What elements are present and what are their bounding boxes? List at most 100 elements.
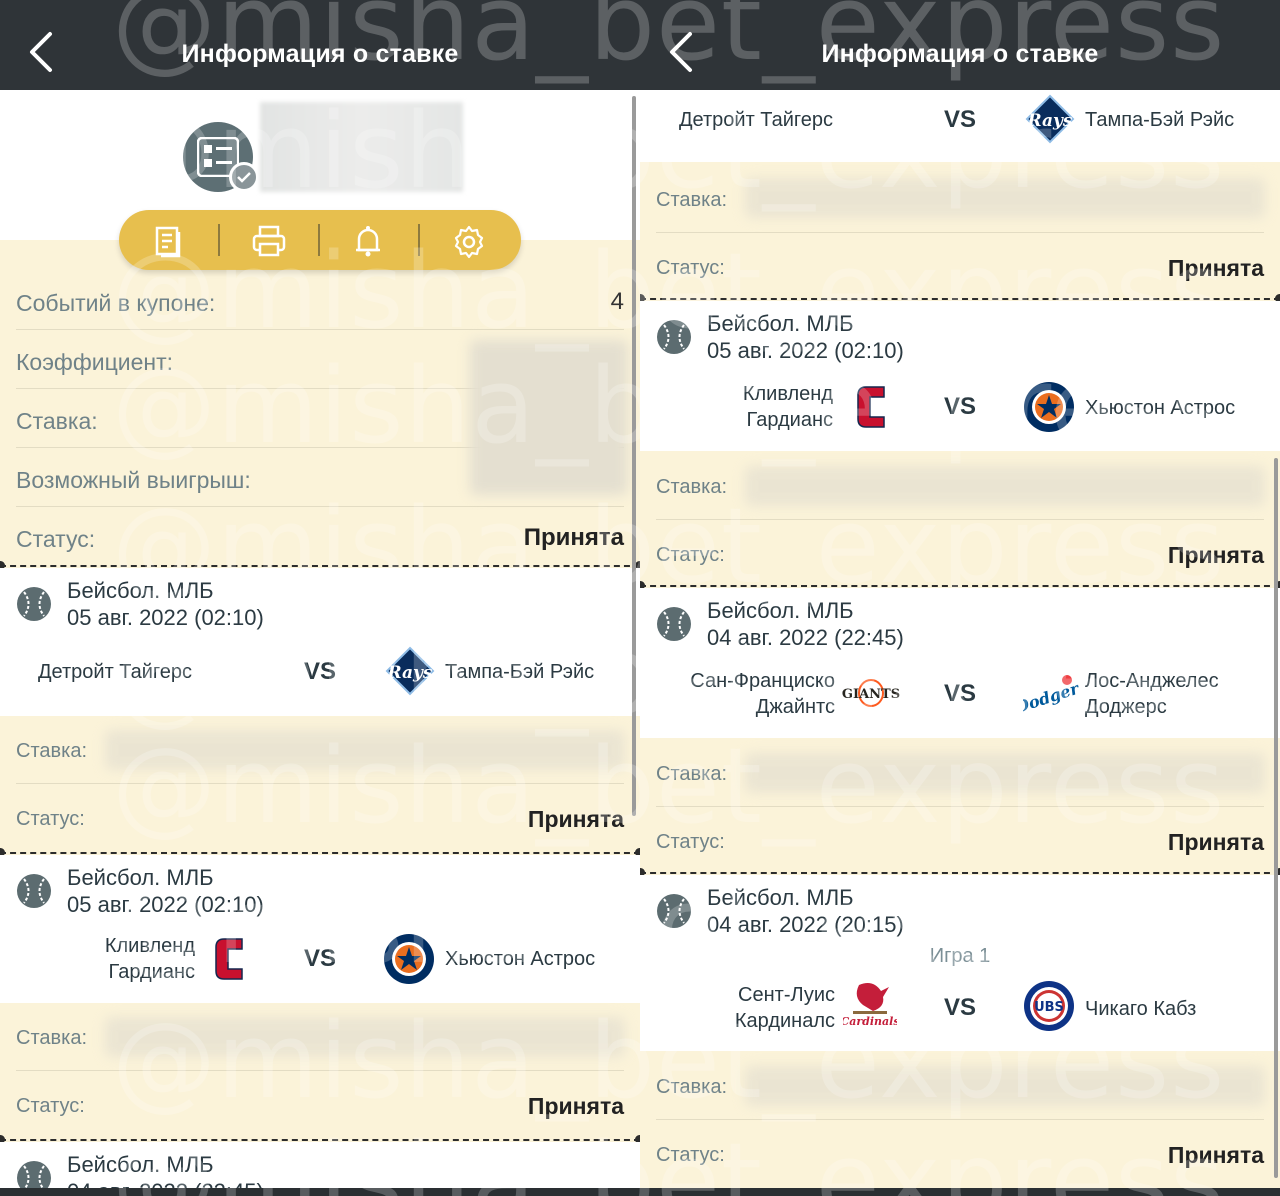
away-team-line1: Лос-Анджелес (1085, 670, 1219, 692)
home-team-line1: Кливленд (104, 935, 195, 957)
svg-text:Rays: Rays (387, 663, 433, 683)
vs-label: VS (303, 658, 336, 685)
scrollbar[interactable] (1274, 458, 1278, 1178)
home-team-line2: Гардианс (746, 409, 833, 431)
event-sport: Бейсбол. МЛБ (707, 885, 854, 910)
dodgers-logo-icon: Dodgers (1023, 675, 1079, 717)
svg-text:GIANTS: GIANTS (842, 687, 900, 702)
event-date: 05 авг. 2022 (02:10) (67, 892, 264, 917)
away-team: Хьюстон Астрос (1085, 397, 1236, 419)
away-team: Тампа-Бэй Рэйс (1085, 109, 1235, 131)
event-status-value: Принята (1167, 542, 1264, 568)
vs-label: VS (943, 994, 976, 1021)
printer-icon (252, 225, 286, 257)
home-team-line1: Сан-Франциско (690, 670, 835, 692)
game-number: Игра 1 (929, 945, 991, 967)
event-status-row: Статус: Принята (16, 784, 624, 852)
event-date: 05 авг. 2022 (02:10) (707, 338, 904, 363)
vs-label: VS (943, 680, 976, 707)
bottom-bar (0, 1188, 1280, 1196)
baseball-icon (657, 607, 691, 641)
event-card[interactable]: Бейсбол. МЛБ 04 авг. 2022 (22:45) Сан-Фр… (640, 588, 1280, 738)
home-team-line2: Гардианс (108, 961, 195, 983)
event-stake-label: Ставка: (16, 740, 87, 762)
astros-logo-icon (384, 934, 434, 984)
away-team: Хьюстон Астрос (445, 948, 596, 970)
blurred-values (470, 340, 628, 495)
event-stake-label: Ставка: (656, 476, 727, 498)
status-row: Статус: Принята (16, 508, 624, 566)
copy-button[interactable] (119, 210, 219, 270)
home-team: Кливленд Гардианс (743, 381, 833, 433)
event-stake-label: Ставка: (656, 1076, 727, 1098)
guardians-c-logo-icon (215, 938, 243, 980)
event-date: 04 авг. 2022 (20:15) (707, 912, 904, 937)
cubs-logo-icon: UBS (1024, 981, 1074, 1031)
event-card[interactable]: Детройт Тайгерс VS Rays Тампа-Бэй Рэйс (640, 90, 1280, 162)
event-status-label: Статус: (656, 544, 725, 566)
vs-label: VS (943, 106, 976, 133)
event-stake-label: Ставка: (16, 1027, 87, 1049)
coupon-scroll-area[interactable]: Детройт Тайгерс VS Rays Тампа-Бэй Рэйс С… (640, 90, 1280, 1196)
home-team: Кливленд Гардианс (105, 933, 195, 985)
blurred-coupon-name (260, 102, 463, 192)
event-date: 05 авг. 2022 (02:10) (67, 605, 264, 630)
svg-text:UBS: UBS (1034, 1000, 1064, 1015)
event-status-label: Статус: (656, 1144, 725, 1166)
event-status-row: Статус: Принята (656, 520, 1264, 588)
rays-logo-icon: Rays (1025, 94, 1075, 144)
page-title: Информация о ставке (181, 40, 459, 68)
check-badge (229, 162, 259, 192)
event-stake-row: Ставка: (656, 165, 1264, 233)
event-date: 04 авг. 2022 (22:45) (707, 625, 904, 650)
event-sport: Бейсбол. МЛБ (67, 865, 214, 890)
status-label: Статус: (16, 526, 96, 552)
away-team-line2: Доджерс (1085, 696, 1167, 718)
copy-document-icon (155, 226, 181, 258)
away-team: Тампа-Бэй Рэйс (445, 661, 595, 683)
event-stake-row: Ставка: (16, 716, 624, 784)
right-screen: Информация о ставке Детройт Тайгерс VS R… (640, 0, 1280, 1196)
events-count-label: Событий в купоне: (16, 290, 216, 316)
home-team: Детройт Тайгерс (37, 661, 192, 683)
event-card[interactable]: Бейсбол. МЛБ 05 авг. 2022 (02:10) Кливле… (640, 301, 1280, 451)
notify-button[interactable] (319, 210, 419, 270)
event-status-value: Принята (1167, 829, 1264, 855)
event-status-label: Статус: (16, 808, 85, 830)
events-count-value: 4 (610, 288, 624, 315)
event-stake-label: Ставка: (656, 763, 727, 785)
event-status-value: Принята (527, 1093, 624, 1119)
away-team: Чикаго Кабз (1085, 998, 1197, 1020)
event-status-row: Статус: Принята (656, 233, 1264, 301)
guardians-c-logo-icon (857, 386, 885, 428)
status-value: Принята (523, 524, 624, 551)
events-count-row: Событий в купоне: 4 (16, 272, 624, 330)
event-card[interactable]: Бейсбол. МЛБ 05 авг. 2022 (02:10) Кливле… (0, 855, 640, 1003)
event-status-row: Статус: Принята (656, 1120, 1264, 1188)
settings-button[interactable] (419, 210, 519, 270)
coupon-scroll-area[interactable]: Событий в купоне: 4 Коэффициент: Ставка:… (0, 90, 640, 1196)
checkmark-icon (237, 172, 251, 183)
bell-icon (356, 226, 380, 257)
gear-icon (454, 225, 484, 259)
stake-label: Ставка: (16, 408, 98, 434)
baseball-icon (657, 894, 691, 928)
event-card[interactable]: Бейсбол. МЛБ 05 авг. 2022 (02:10) Детрой… (0, 568, 640, 716)
astros-logo-icon (1024, 382, 1074, 432)
event-status-row: Статус: Принята (656, 807, 1264, 875)
cardinals-logo-icon: Cardinals (843, 983, 897, 1028)
vs-label: VS (943, 393, 976, 420)
event-sport: Бейсбол. МЛБ (67, 578, 214, 603)
event-card[interactable]: Бейсбол. МЛБ 04 авг. 2022 (20:15) Игра 1… (640, 875, 1280, 1051)
print-button[interactable] (219, 210, 319, 270)
event-status-value: Принята (1167, 255, 1264, 281)
svg-text:Cardinals: Cardinals (843, 1015, 897, 1028)
svg-text:Rays: Rays (1027, 111, 1073, 131)
event-status-label: Статус: (656, 257, 725, 279)
left-screen: Информация о ставке Событий в купоне: 4 … (0, 0, 640, 1196)
event-status-value: Принята (1167, 1142, 1264, 1168)
baseball-icon (17, 587, 51, 621)
event-status-row: Статус: Принята (16, 1071, 624, 1139)
scrollbar[interactable] (632, 96, 636, 816)
home-team: Детройт Тайгерс (678, 109, 833, 131)
